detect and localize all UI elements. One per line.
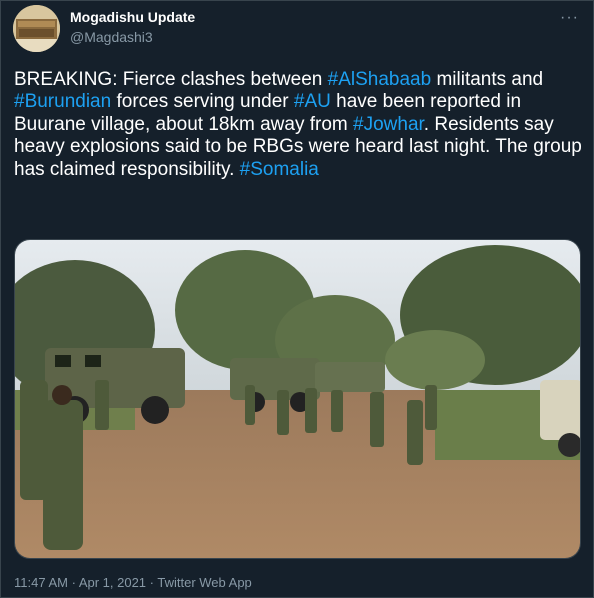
- tweet-text: BREAKING: Fierce clashes between #AlShab…: [14, 69, 582, 181]
- soldiers-convoy-photo: [15, 240, 580, 558]
- tweet-card: Mogadishu Update @Magdashi3 ··· BREAKING…: [0, 0, 594, 598]
- meta-separator: ·: [146, 575, 158, 590]
- tweet-metadata: 11:47 AM · Apr 1, 2021 · Twitter Web App: [14, 575, 252, 590]
- tweet-time[interactable]: 11:47 AM: [14, 575, 68, 590]
- hashtag-link[interactable]: #Jowhar: [353, 114, 424, 135]
- tweet-text-segment: militants and: [431, 69, 544, 90]
- avatar[interactable]: [13, 5, 60, 52]
- tweet-text-segment: BREAKING: Fierce clashes between: [14, 69, 328, 90]
- more-options-icon[interactable]: ···: [560, 9, 579, 27]
- tweet-text-segment: forces serving under: [111, 91, 294, 113]
- tweet-source[interactable]: Twitter Web App: [157, 575, 251, 590]
- avatar-image: [13, 5, 60, 52]
- display-name[interactable]: Mogadishu Update: [70, 9, 195, 25]
- hashtag-link[interactable]: #Somalia: [240, 159, 319, 180]
- tweet-date[interactable]: Apr 1, 2021: [79, 575, 146, 590]
- hashtag-link[interactable]: #Burundian: [14, 91, 111, 112]
- meta-separator: ·: [67, 575, 79, 590]
- hashtag-link[interactable]: #AlShabaab: [328, 69, 432, 90]
- hashtag-link[interactable]: #AU: [294, 91, 331, 112]
- user-handle[interactable]: @Magdashi3: [70, 29, 153, 45]
- tweet-photo[interactable]: [14, 239, 581, 559]
